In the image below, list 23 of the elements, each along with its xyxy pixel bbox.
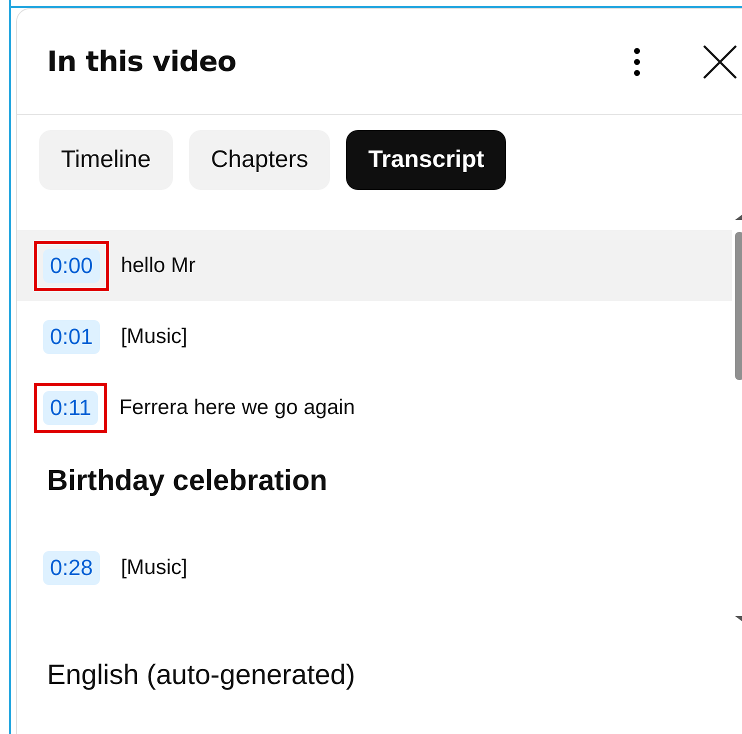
timestamp[interactable]: 0:01 (43, 320, 100, 354)
transcript-text: hello Mr (120, 254, 196, 278)
transcript-text: [Music] (120, 556, 188, 580)
transcript-row[interactable]: 0:00 hello Mr (17, 230, 732, 301)
tab[interactable]: Chapters (188, 130, 330, 190)
scrollbar-thumb[interactable] (735, 232, 742, 380)
transcript-row[interactable]: 0:01 [Music] (17, 301, 732, 372)
transcript-text: [Music] (120, 324, 188, 348)
scroll-down-arrow-icon[interactable] (735, 616, 742, 622)
timestamp[interactable]: 0:28 (43, 550, 100, 584)
scroll-up-arrow-icon[interactable] (735, 214, 742, 220)
panel-title: In this video (47, 45, 238, 78)
timestamp[interactable]: 0:00 (43, 248, 100, 282)
language-label: English (auto-generated) (46, 658, 356, 691)
close-icon[interactable] (703, 44, 737, 78)
more-icon[interactable] (633, 46, 641, 76)
chapter-heading: Birthday celebration (46, 464, 328, 499)
tab[interactable]: Transcript (346, 130, 506, 190)
transcript-row[interactable]: 0:11 Ferrera here we go again (17, 372, 732, 443)
tab[interactable]: Timeline (39, 130, 173, 190)
transcript-text: Ferrera here we go again (119, 396, 355, 420)
transcript-row[interactable]: 0:28 [Music] (17, 532, 732, 603)
timestamp[interactable]: 0:11 (43, 390, 98, 424)
